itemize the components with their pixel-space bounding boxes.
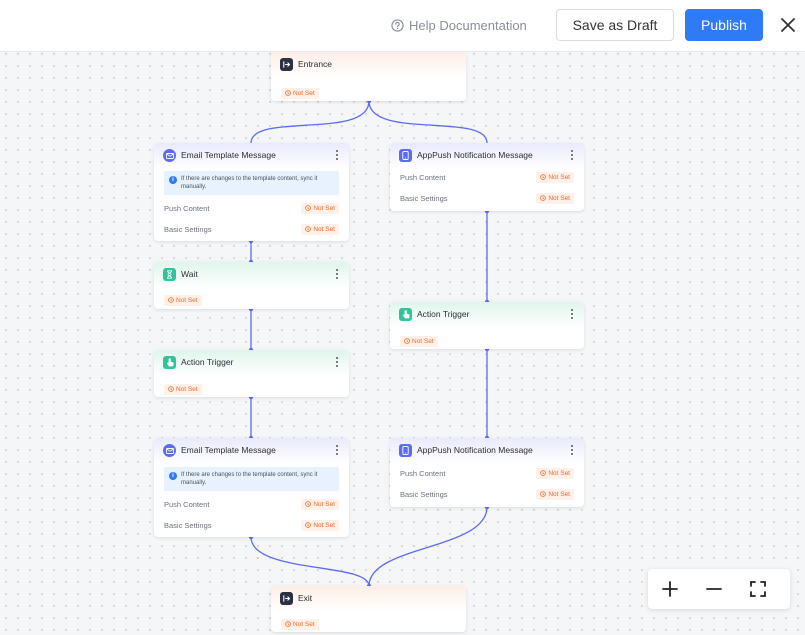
tap-icon (163, 356, 176, 369)
push-content-row[interactable]: Push Content Not Set (400, 467, 574, 479)
zoom-controls (648, 569, 790, 609)
status-badge: Not Set (536, 192, 574, 204)
node-title: Action Trigger (181, 357, 234, 367)
basic-settings-row[interactable]: Basic Settings Not Set (400, 192, 574, 204)
top-bar: Help Documentation Save as Draft Publish (0, 0, 805, 52)
status-badge: Not Set (301, 498, 339, 510)
status-badge: Not Set (281, 614, 319, 632)
status-badge: Not Set (301, 223, 339, 235)
status-badge: Not Set (301, 202, 339, 214)
email-icon (163, 149, 176, 162)
push-content-row[interactable]: Push Content Not Set (164, 202, 339, 214)
help-documentation-link[interactable]: Help Documentation (391, 16, 527, 34)
node-header: Email Template Message (154, 438, 349, 464)
publish-label: Publish (701, 17, 747, 33)
info-icon: i (169, 472, 177, 480)
more-options-icon[interactable] (335, 356, 339, 368)
more-options-icon[interactable] (335, 444, 339, 456)
node-title: AppPush Notification Message (417, 150, 533, 160)
more-options-icon[interactable] (335, 268, 339, 280)
save-as-draft-label: Save as Draft (572, 17, 658, 33)
mobile-icon (399, 149, 412, 162)
zoom-out-icon[interactable] (704, 579, 724, 599)
node-header: Action Trigger (154, 350, 349, 376)
mobile-icon (399, 444, 412, 457)
node-title: Entrance (298, 59, 333, 69)
status-badge: Not Set (164, 290, 202, 308)
entrance-icon (280, 58, 293, 71)
node-title: Email Template Message (181, 150, 276, 160)
basic-settings-row[interactable]: Basic Settings Not Set (164, 223, 339, 235)
tap-icon (399, 308, 412, 321)
status-badge: Not Set (164, 379, 202, 397)
publish-button[interactable]: Publish (685, 9, 763, 41)
node-title: Email Template Message (181, 445, 276, 455)
close-icon[interactable] (778, 15, 798, 35)
exit-node[interactable]: Exit Not Set (271, 586, 466, 632)
save-as-draft-button[interactable]: Save as Draft (556, 9, 674, 41)
action-trigger-node[interactable]: Action Trigger Not Set (154, 350, 349, 397)
sync-info-notice: i If there are changes to the template co… (164, 467, 339, 491)
entrance-node[interactable]: Entrance Not Set (271, 52, 466, 101)
question-circle-icon (391, 18, 404, 32)
zoom-in-icon[interactable] (660, 579, 680, 599)
more-options-icon[interactable] (570, 308, 574, 320)
node-header: Email Template Message (154, 143, 349, 169)
hourglass-icon (163, 268, 176, 281)
node-title: AppPush Notification Message (417, 445, 533, 455)
exit-icon (280, 592, 293, 605)
sync-info-notice: i If there are changes to the template co… (164, 171, 339, 195)
email-icon (163, 444, 176, 457)
node-header: Wait (154, 262, 349, 288)
info-icon: i (169, 176, 177, 184)
more-options-icon[interactable] (335, 149, 339, 161)
node-header: AppPush Notification Message (390, 143, 584, 169)
more-options-icon[interactable] (570, 444, 574, 456)
node-header: Entrance (271, 52, 466, 78)
status-badge: Not Set (536, 488, 574, 500)
node-title: Wait (181, 269, 198, 279)
status-badge: Not Set (536, 467, 574, 479)
push-content-row[interactable]: Push Content Not Set (164, 498, 339, 510)
node-header: Action Trigger (390, 302, 584, 328)
node-header: AppPush Notification Message (390, 438, 584, 464)
status-badge: Not Set (536, 171, 574, 183)
email-template-node[interactable]: Email Template Message i If there are cha… (154, 438, 349, 537)
apppush-notification-node[interactable]: AppPush Notification Message Push Conten… (390, 143, 584, 211)
basic-settings-row[interactable]: Basic Settings Not Set (164, 519, 339, 531)
status-badge: Not Set (281, 83, 319, 101)
basic-settings-row[interactable]: Basic Settings Not Set (400, 488, 574, 500)
wait-node[interactable]: Wait Not Set (154, 262, 349, 309)
push-content-row[interactable]: Push Content Not Set (400, 171, 574, 183)
status-badge: Not Set (400, 331, 438, 349)
help-label: Help Documentation (409, 17, 527, 33)
node-header: Exit (271, 586, 466, 612)
email-template-node[interactable]: Email Template Message i If there are cha… (154, 143, 349, 241)
apppush-notification-node[interactable]: AppPush Notification Message Push Conten… (390, 438, 584, 507)
node-title: Exit (298, 593, 313, 603)
node-title: Action Trigger (417, 309, 470, 319)
more-options-icon[interactable] (570, 149, 574, 161)
action-trigger-node[interactable]: Action Trigger Not Set (390, 302, 584, 349)
fullscreen-icon[interactable] (748, 579, 768, 599)
status-badge: Not Set (301, 519, 339, 531)
